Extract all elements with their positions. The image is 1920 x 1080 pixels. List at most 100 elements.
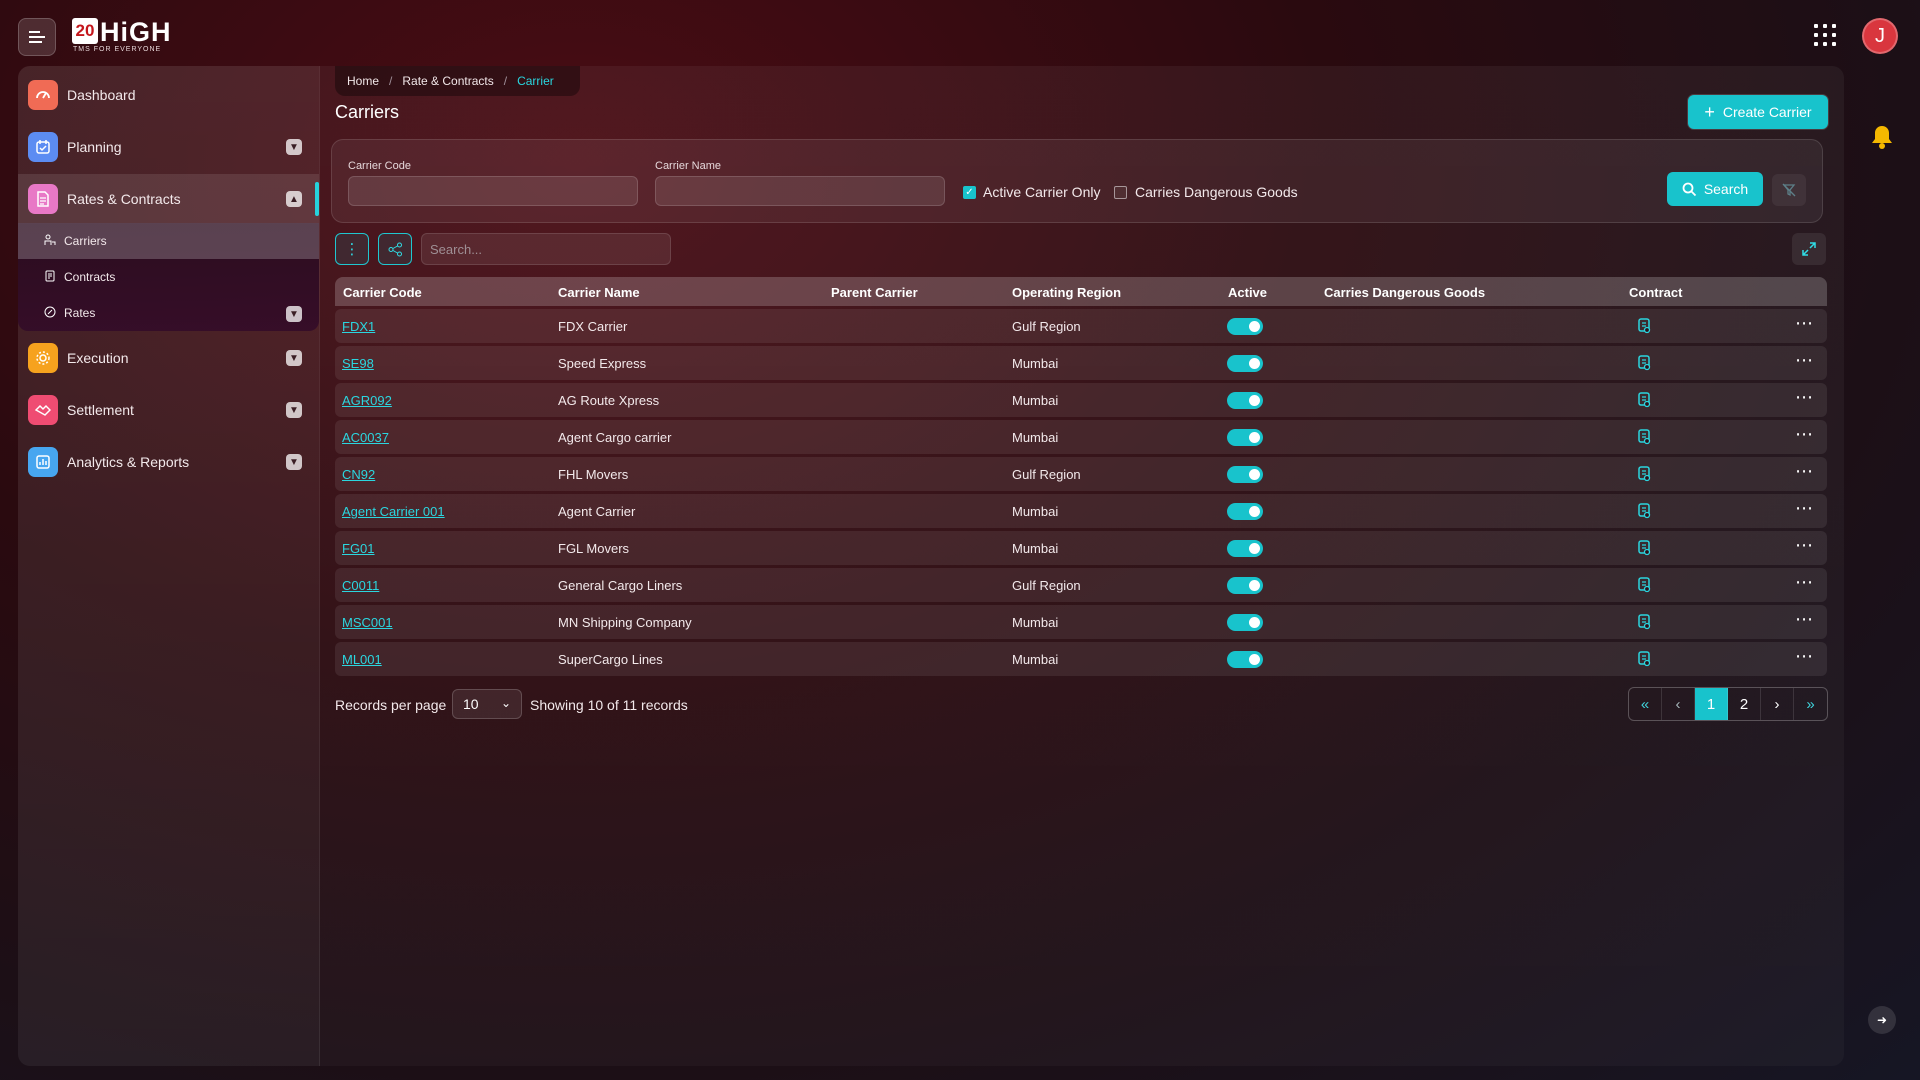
table-row[interactable]: FG01 FGL Movers Mumbai ⋯ bbox=[335, 531, 1827, 565]
prev-page-button[interactable]: ‹ bbox=[1662, 688, 1695, 720]
expand-table-button[interactable] bbox=[1792, 233, 1826, 265]
more-horizontal-icon[interactable]: ⋯ bbox=[1795, 313, 1814, 334]
sidebar-item-settlement[interactable]: Settlement ▼ bbox=[18, 385, 319, 435]
carrier-code-link[interactable]: AGR092 bbox=[342, 393, 392, 408]
active-toggle[interactable] bbox=[1227, 577, 1263, 594]
column-header[interactable]: Operating Region bbox=[1012, 285, 1121, 300]
page-button-1[interactable]: 1 bbox=[1695, 688, 1728, 720]
user-avatar[interactable]: J bbox=[1862, 18, 1898, 54]
contract-icon[interactable] bbox=[1637, 466, 1651, 482]
carrier-name-input[interactable] bbox=[655, 176, 945, 206]
share-button[interactable] bbox=[378, 233, 412, 265]
arrow-right-icon[interactable]: ➜ bbox=[1868, 1006, 1896, 1034]
column-options-button[interactable]: ⋮ bbox=[335, 233, 369, 265]
breadcrumb-home[interactable]: Home bbox=[347, 74, 379, 88]
column-header[interactable]: Carrier Code bbox=[343, 285, 422, 300]
carrier-code-link[interactable]: Agent Carrier 001 bbox=[342, 504, 445, 519]
active-carrier-only-checkbox[interactable]: ✓ bbox=[963, 186, 976, 199]
sidebar-item-planning[interactable]: Planning ▼ bbox=[18, 122, 319, 172]
contract-icon[interactable] bbox=[1637, 318, 1651, 334]
more-horizontal-icon[interactable]: ⋯ bbox=[1795, 424, 1814, 445]
more-horizontal-icon[interactable]: ⋯ bbox=[1795, 646, 1814, 667]
chevron-down-icon[interactable]: ▼ bbox=[286, 306, 302, 322]
more-horizontal-icon[interactable]: ⋯ bbox=[1795, 461, 1814, 482]
table-row[interactable]: AGR092 AG Route Xpress Mumbai ⋯ bbox=[335, 383, 1827, 417]
active-toggle[interactable] bbox=[1227, 540, 1263, 557]
more-horizontal-icon[interactable]: ⋯ bbox=[1795, 387, 1814, 408]
contract-icon[interactable] bbox=[1637, 614, 1651, 630]
table-row[interactable]: AC0037 Agent Cargo carrier Mumbai ⋯ bbox=[335, 420, 1827, 454]
table-row[interactable]: C0011 General Cargo Liners Gulf Region ⋯ bbox=[335, 568, 1827, 602]
hamburger-menu-button[interactable] bbox=[18, 18, 56, 56]
table-row[interactable]: SE98 Speed Express Mumbai ⋯ bbox=[335, 346, 1827, 380]
breadcrumb-parent[interactable]: Rate & Contracts bbox=[402, 74, 493, 88]
carrier-code-link[interactable]: FDX1 bbox=[342, 319, 375, 334]
active-toggle[interactable] bbox=[1227, 355, 1263, 372]
contract-icon[interactable] bbox=[1637, 577, 1651, 593]
carrier-code-link[interactable]: FG01 bbox=[342, 541, 375, 556]
column-header[interactable]: Carries Dangerous Goods bbox=[1324, 285, 1485, 300]
chevron-down-icon[interactable]: ▼ bbox=[286, 454, 302, 470]
create-carrier-button[interactable]: + Create Carrier bbox=[1688, 95, 1828, 129]
sidebar-item-analytics-reports[interactable]: Analytics & Reports ▼ bbox=[18, 437, 319, 487]
table-row[interactable]: ML001 SuperCargo Lines Mumbai ⋯ bbox=[335, 642, 1827, 676]
carrier-code-link[interactable]: C0011 bbox=[342, 578, 379, 593]
sidebar-item-label: Dashboard bbox=[67, 87, 136, 103]
contract-icon[interactable] bbox=[1637, 651, 1651, 667]
search-button[interactable]: Search bbox=[1667, 172, 1763, 206]
table-row[interactable]: Agent Carrier 001 Agent Carrier Mumbai ⋯ bbox=[335, 494, 1827, 528]
more-horizontal-icon[interactable]: ⋯ bbox=[1795, 350, 1814, 371]
contract-icon[interactable] bbox=[1637, 503, 1651, 519]
active-toggle[interactable] bbox=[1227, 651, 1263, 668]
active-toggle[interactable] bbox=[1227, 318, 1263, 335]
contract-icon[interactable] bbox=[1637, 392, 1651, 408]
chevron-down-icon[interactable]: ▼ bbox=[286, 402, 302, 418]
carrier-code-link[interactable]: AC0037 bbox=[342, 430, 389, 445]
more-horizontal-icon[interactable]: ⋯ bbox=[1795, 609, 1814, 630]
first-page-button[interactable]: « bbox=[1629, 688, 1662, 720]
records-per-page-select[interactable]: 10 ⌄ bbox=[452, 689, 522, 719]
table-row[interactable]: FDX1 FDX Carrier Gulf Region ⋯ bbox=[335, 309, 1827, 343]
sidebar: Dashboard Planning ▼ Rates & Contracts ▲… bbox=[18, 66, 319, 1066]
sidebar-subitem-carriers[interactable]: Carriers bbox=[18, 223, 319, 259]
contract-icon[interactable] bbox=[1637, 429, 1651, 445]
sidebar-item-dashboard[interactable]: Dashboard bbox=[18, 70, 319, 120]
sidebar-subitem-rates[interactable]: Rates ▼ bbox=[18, 295, 319, 331]
carrier-code-link[interactable]: CN92 bbox=[342, 467, 375, 482]
carrier-code-link[interactable]: MSC001 bbox=[342, 615, 393, 630]
more-horizontal-icon[interactable]: ⋯ bbox=[1795, 535, 1814, 556]
page-button-2[interactable]: 2 bbox=[1728, 688, 1761, 720]
column-header[interactable]: Parent Carrier bbox=[831, 285, 918, 300]
sidebar-subitem-contracts[interactable]: Contracts bbox=[18, 259, 319, 295]
bell-icon[interactable] bbox=[1870, 124, 1894, 157]
sidebar-item-rates-contracts[interactable]: Rates & Contracts ▲ bbox=[18, 174, 319, 224]
active-toggle[interactable] bbox=[1227, 466, 1263, 483]
breadcrumb-separator: / bbox=[389, 74, 393, 88]
active-toggle[interactable] bbox=[1227, 503, 1263, 520]
more-horizontal-icon[interactable]: ⋯ bbox=[1795, 498, 1814, 519]
active-toggle[interactable] bbox=[1227, 429, 1263, 446]
table-search-input[interactable] bbox=[421, 233, 671, 265]
active-toggle[interactable] bbox=[1227, 392, 1263, 409]
clear-filter-button[interactable] bbox=[1772, 174, 1806, 206]
contract-icon[interactable] bbox=[1637, 540, 1651, 556]
table-row[interactable]: CN92 FHL Movers Gulf Region ⋯ bbox=[335, 457, 1827, 491]
next-page-button[interactable]: › bbox=[1761, 688, 1794, 720]
column-header[interactable]: Active bbox=[1228, 285, 1267, 300]
active-toggle[interactable] bbox=[1227, 614, 1263, 631]
carrier-code-link[interactable]: SE98 bbox=[342, 356, 374, 371]
chevron-down-icon[interactable]: ▼ bbox=[286, 139, 302, 155]
column-header[interactable]: Contract bbox=[1629, 285, 1682, 300]
sidebar-item-execution[interactable]: Execution ▼ bbox=[18, 333, 319, 383]
last-page-button[interactable]: » bbox=[1794, 688, 1827, 720]
table-row[interactable]: MSC001 MN Shipping Company Mumbai ⋯ bbox=[335, 605, 1827, 639]
contract-icon[interactable] bbox=[1637, 355, 1651, 371]
carrier-code-link[interactable]: ML001 bbox=[342, 652, 382, 667]
more-horizontal-icon[interactable]: ⋯ bbox=[1795, 572, 1814, 593]
column-header[interactable]: Carrier Name bbox=[558, 285, 640, 300]
dangerous-goods-checkbox[interactable] bbox=[1114, 186, 1127, 199]
chevron-up-icon[interactable]: ▲ bbox=[286, 191, 302, 207]
chevron-down-icon[interactable]: ▼ bbox=[286, 350, 302, 366]
carrier-code-input[interactable] bbox=[348, 176, 638, 206]
apps-grid-icon[interactable] bbox=[1814, 24, 1836, 46]
